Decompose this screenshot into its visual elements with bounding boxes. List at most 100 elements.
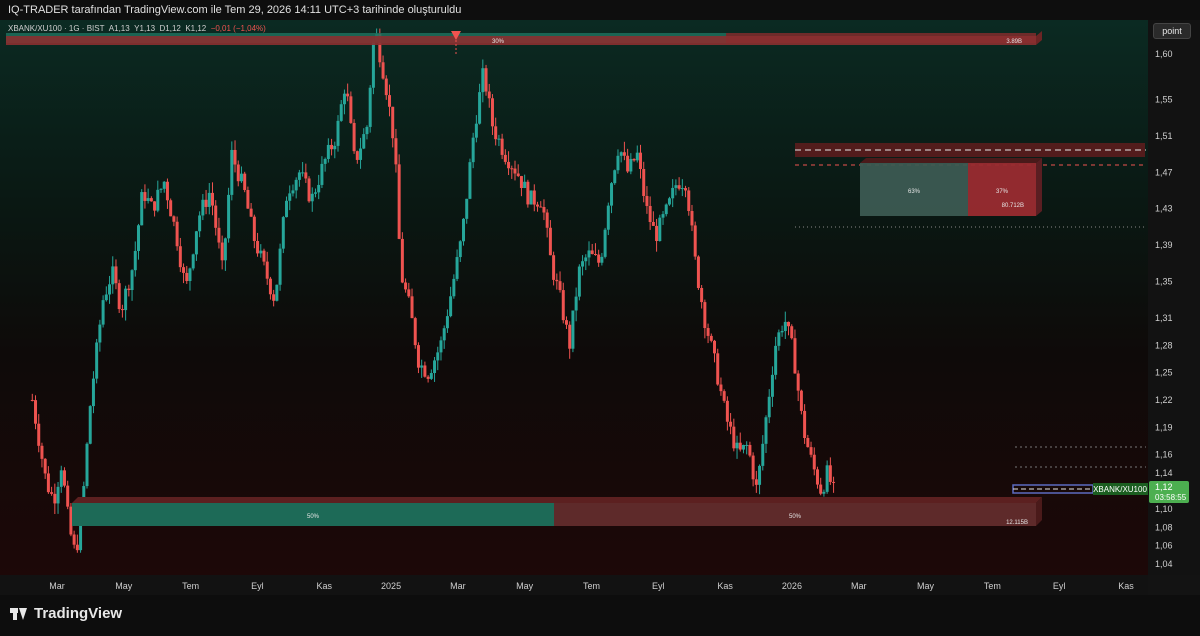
candle-body [120, 309, 124, 311]
mid-box-left-pct: 63% [908, 189, 921, 195]
candle-body [410, 296, 414, 319]
candle-body [288, 193, 292, 201]
candle-body [330, 144, 334, 150]
candle-body [291, 190, 295, 194]
price-tick-label: 1,28 [1155, 340, 1173, 350]
candle-body [256, 241, 260, 254]
candle-body [696, 256, 700, 288]
candle-body [716, 353, 720, 385]
candle-body [722, 391, 726, 401]
time-tick-label: May [115, 581, 133, 591]
candle-body [632, 158, 636, 161]
candle-body [285, 200, 289, 218]
candle-body [815, 469, 819, 485]
candle-body [182, 267, 186, 273]
candle-body [516, 173, 520, 177]
candle-body [439, 340, 443, 353]
candle-body [462, 218, 466, 242]
candle-body [603, 229, 607, 257]
candle-body [748, 444, 752, 456]
candle-body [98, 324, 102, 343]
candle-body [452, 278, 456, 297]
candle-body [40, 445, 44, 459]
time-tick-label: Eyl [652, 581, 665, 591]
candle-body [629, 158, 633, 172]
candle-body [494, 126, 498, 140]
candle-body [43, 458, 47, 474]
mid-box-side [1036, 158, 1042, 216]
candle-body [239, 173, 243, 182]
candle-body [85, 443, 89, 487]
candle-body [526, 181, 530, 205]
candle-body [175, 221, 179, 247]
candle-body [91, 378, 95, 407]
candle-body [445, 316, 449, 329]
candle-body [124, 288, 128, 311]
candle-body [217, 227, 221, 243]
candle-body [365, 126, 369, 135]
candle-body [709, 335, 713, 341]
bottom-bar-right-pct: 50% [789, 514, 802, 520]
candle-body [661, 214, 665, 218]
candle-body [822, 491, 826, 494]
candle-body [249, 208, 253, 217]
top-bar-value-label: 3.89B [1006, 39, 1022, 45]
time-tick-label: Mar [851, 581, 867, 591]
candle-body [600, 256, 604, 263]
candle-body [423, 365, 427, 377]
price-tick-label: 1,60 [1155, 49, 1173, 59]
candle-body [787, 321, 791, 327]
candle-body [539, 206, 543, 208]
tradingview-logo-text: TradingView [34, 605, 123, 622]
candle-body [227, 194, 231, 239]
candle-body [101, 300, 105, 325]
candle-body [387, 95, 391, 107]
candle-body [536, 204, 540, 207]
last-price-countdown: 03:58:55 [1155, 493, 1187, 502]
time-tick-label: 2026 [782, 581, 802, 591]
candle-body [281, 217, 285, 249]
candle-body [478, 92, 482, 124]
candle-body [333, 145, 337, 150]
candle-body [819, 484, 823, 494]
candle-body [458, 241, 462, 258]
candle-body [635, 152, 639, 161]
candle-body [622, 152, 626, 156]
candle-body [713, 340, 717, 354]
close-value: K1,12 [185, 24, 207, 33]
candle-body [114, 266, 118, 284]
candle-body [619, 152, 623, 156]
candle-body [558, 281, 562, 291]
candle-body [394, 138, 398, 165]
candle-body [490, 98, 494, 127]
candle-body [738, 442, 742, 450]
top-bar-side [1036, 31, 1042, 45]
candle-body [178, 246, 182, 268]
candle-body [455, 257, 459, 279]
point-button[interactable]: point [1153, 23, 1191, 39]
candle-body [471, 137, 475, 163]
bottom-bar-top [72, 497, 1042, 503]
candle-body [655, 225, 659, 241]
candle-body [30, 399, 34, 401]
candle-body [487, 91, 491, 99]
candle-body [529, 190, 533, 205]
candle-body [169, 200, 173, 217]
candle-body [783, 321, 787, 331]
tradingview-logo[interactable]: TradingView [10, 605, 122, 622]
candle-body [236, 164, 240, 182]
candle-body [359, 148, 363, 160]
candle-body [198, 215, 202, 232]
candle-body [532, 190, 536, 205]
candle-body [735, 442, 739, 449]
candle-body [136, 225, 140, 251]
candle-body [729, 421, 733, 427]
candle-body [230, 149, 234, 195]
candle-body [626, 155, 630, 172]
candle-body [159, 188, 163, 190]
candle-body [75, 544, 79, 551]
time-tick-label: Tem [182, 581, 199, 591]
candle-body [812, 454, 816, 470]
candle-body [671, 187, 675, 199]
candle-body [265, 261, 269, 279]
